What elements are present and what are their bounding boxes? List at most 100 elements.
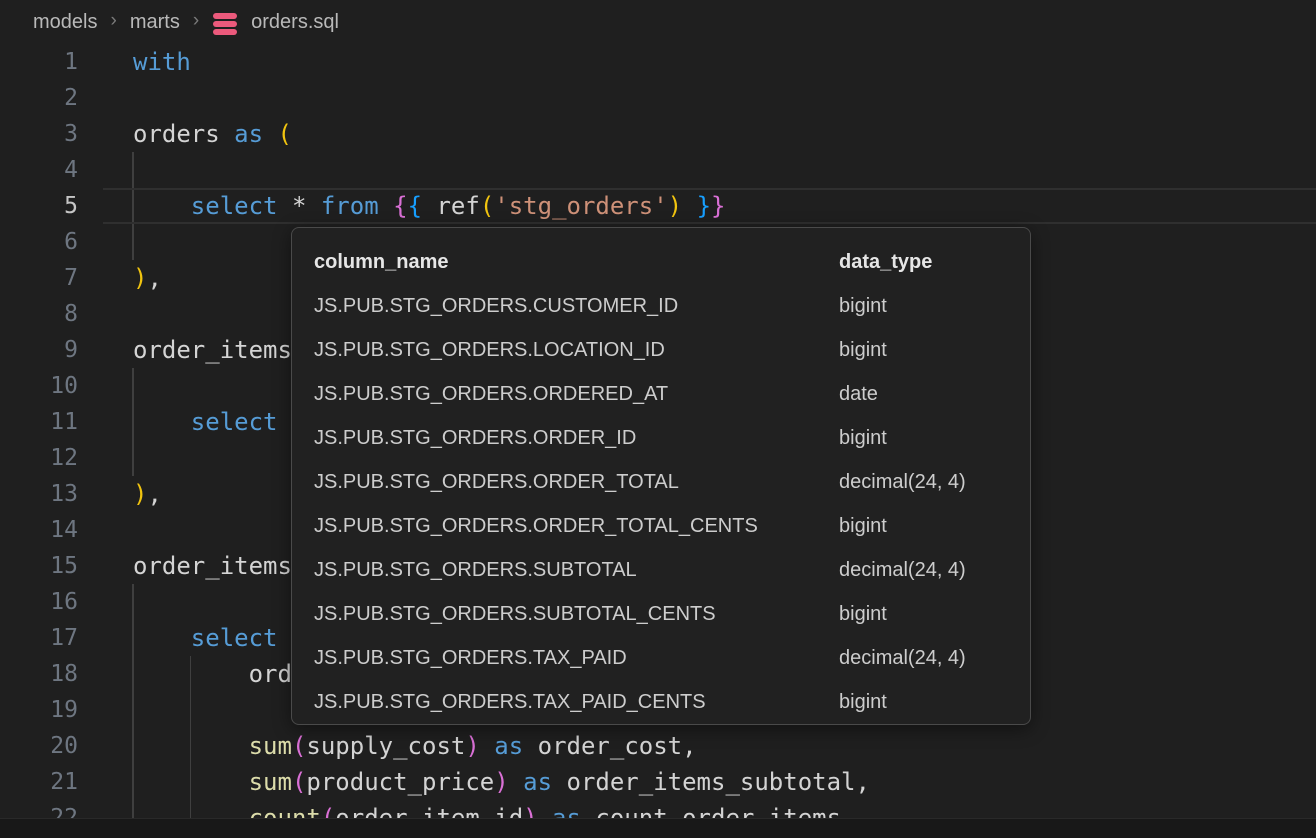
line-number[interactable]: 18 [0,656,78,692]
line-number[interactable]: 17 [0,620,78,656]
column-name-cell: JS.PUB.STG_ORDERS.SUBTOTAL_CENTS [314,592,716,636]
indent-guide [132,440,134,476]
code-token-b1: ( [278,120,292,148]
chevron-right-icon: › [110,10,116,32]
code-line[interactable]: sum(supply_cost) as order_cost, [133,728,697,764]
code-line[interactable]: sum(product_price) as order_items_subtot… [133,764,870,800]
code-token-kw: select [191,624,278,652]
line-number[interactable]: 16 [0,584,78,620]
table-row: JS.PUB.STG_ORDERS.SUBTOTALdecimal(24, 4) [292,548,1030,592]
code-token-b2: ) [494,768,508,796]
breadcrumb: models › marts › orders.sql [33,0,339,44]
line-number[interactable]: 3 [0,116,78,152]
code-row[interactable]: 20 sum(supply_cost) as order_cost, [0,728,1316,764]
code-row[interactable]: 3 orders as ( [0,116,1316,152]
table-row: JS.PUB.STG_ORDERS.TAX_PAID_CENTSbigint [292,680,1030,724]
data-type-cell: decimal(24, 4) [839,636,966,680]
code-line[interactable]: order_items [133,332,292,368]
code-token-pl [509,768,523,796]
line-number[interactable]: 6 [0,224,78,260]
column-name-cell: JS.PUB.STG_ORDERS.ORDER_TOTAL [314,460,679,504]
data-type-cell: date [839,372,878,416]
code-row[interactable]: 5 select * from {{ ref('stg_orders') }} [0,188,1316,224]
line-number[interactable]: 21 [0,764,78,800]
table-row: JS.PUB.STG_ORDERS.SUBTOTAL_CENTSbigint [292,592,1030,636]
code-token-pl: * [278,192,321,220]
code-token-pl [682,192,696,220]
code-token-b1: ) [668,192,682,220]
code-line[interactable]: select [133,620,278,656]
line-number[interactable]: 15 [0,548,78,584]
line-number[interactable]: 12 [0,440,78,476]
column-name-cell: JS.PUB.STG_ORDERS.TAX_PAID [314,636,627,680]
code-token-b2: } [711,192,725,220]
code-token-ws [133,732,249,760]
code-token-pl [379,192,393,220]
line-number[interactable]: 10 [0,368,78,404]
code-token-b1: ) [133,480,147,508]
code-token-st: 'stg_orders' [494,192,667,220]
column-name-cell: JS.PUB.STG_ORDERS.ORDER_ID [314,416,636,460]
code-line[interactable]: select * from {{ ref('stg_orders') }} [133,188,725,224]
line-number[interactable]: 2 [0,80,78,116]
data-type-cell: bigint [839,328,887,372]
table-row: JS.PUB.STG_ORDERS.ORDERED_AT date [292,372,1030,416]
code-line[interactable]: ), [133,260,162,296]
line-number[interactable]: 19 [0,692,78,728]
code-token-ws [133,408,191,436]
line-number[interactable]: 7 [0,260,78,296]
code-token-kw: as [523,768,552,796]
column-name-cell: JS.PUB.STG_ORDERS.TAX_PAID_CENTS [314,680,706,724]
code-line[interactable]: with [133,44,191,80]
code-row[interactable]: 4 [0,152,1316,188]
code-token-ws [133,768,249,796]
line-number[interactable]: 13 [0,476,78,512]
code-line[interactable]: orders as ( [133,116,292,152]
chevron-right-icon: › [193,10,199,32]
line-number[interactable]: 4 [0,152,78,188]
code-row[interactable]: 21 sum(product_price) as order_items_sub… [0,764,1316,800]
hover-popup: column_name data_type JS.PUB.STG_ORDERS.… [291,227,1031,725]
database-icon [212,10,238,36]
line-number[interactable]: 20 [0,728,78,764]
indent-guide [190,692,192,728]
code-token-pl: product_price [306,768,494,796]
breadcrumb-item-models[interactable]: models [33,11,97,34]
code-token-pl [480,732,494,760]
code-line[interactable]: select [133,404,278,440]
indent-guide [132,368,134,404]
editor-window: models › marts › orders.sql 1 with 23 order… [0,0,1316,838]
code-line[interactable]: ord [133,656,292,692]
line-number[interactable]: 8 [0,296,78,332]
line-number[interactable]: 9 [0,332,78,368]
data-type-cell: decimal(24, 4) [839,460,966,504]
code-token-b2: ( [292,732,306,760]
line-number[interactable]: 1 [0,44,78,80]
code-row[interactable]: 1 with [0,44,1316,80]
code-line[interactable]: ), [133,476,162,512]
line-number[interactable]: 5 [0,188,78,224]
table-row: JS.PUB.STG_ORDERS.ORDER_TOTAL decimal(24,… [292,460,1030,504]
code-token-kw: with [133,48,191,76]
code-token-pl: order_items [133,336,292,364]
table-row: JS.PUB.STG_ORDERS.TAX_PAID decimal(24, 4) [292,636,1030,680]
line-number[interactable]: 14 [0,512,78,548]
popup-header-data-type: data_type [839,240,932,284]
code-token-b2: { [393,192,407,220]
code-token-kw: as [234,120,263,148]
breadcrumb-item-marts[interactable]: marts [130,11,180,34]
column-name-cell: JS.PUB.STG_ORDERS.ORDERED_AT [314,372,668,416]
code-row[interactable]: 2 [0,80,1316,116]
line-number[interactable]: 11 [0,404,78,440]
column-name-cell: JS.PUB.STG_ORDERS.SUBTOTAL [314,548,637,592]
indent-guide [132,692,134,728]
code-token-pl: , [147,480,161,508]
breadcrumb-item-file[interactable]: orders.sql [251,11,339,34]
code-token-kw: select [191,192,278,220]
code-token-pl: order_cost, [523,732,696,760]
code-line[interactable]: order_items [133,548,292,584]
table-row: JS.PUB.STG_ORDERS.ORDER_TOTAL_CENTSbigin… [292,504,1030,548]
indent-guide [132,584,134,620]
code-token-b2: ) [465,732,479,760]
table-row: JS.PUB.STG_ORDERS.ORDER_IDbigint [292,416,1030,460]
